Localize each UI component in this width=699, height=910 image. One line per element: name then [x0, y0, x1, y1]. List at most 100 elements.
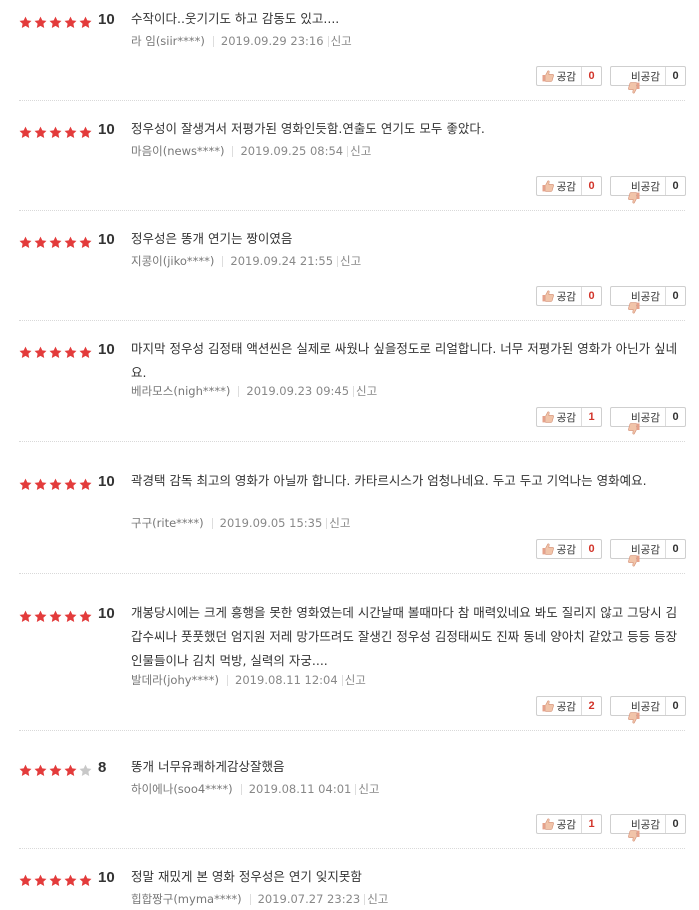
star-rating: 10: [19, 474, 115, 490]
review-divider: [19, 573, 685, 574]
dislike-button[interactable]: 비공감 0: [610, 539, 686, 567]
star-rating: 8: [19, 760, 106, 776]
star-rating: 10: [19, 232, 115, 248]
star-filled-icon: [79, 476, 92, 490]
report-link[interactable]: 신고: [329, 515, 350, 531]
star-filled-icon: [64, 608, 77, 622]
review-text: 개봉당시에는 크게 흥행을 못한 영화였는데 시간날때 볼때마다 참 매력있네요…: [131, 605, 678, 668]
thumbs-down-icon: [616, 818, 640, 842]
dislike-button[interactable]: 비공감 0: [610, 176, 686, 204]
dislike-button[interactable]: 비공감 0: [610, 696, 686, 724]
divider: [222, 255, 224, 267]
like-button[interactable]: 공감 0: [535, 286, 603, 306]
thumbs-down-icon: [616, 290, 640, 314]
thumbs-down-icon: [616, 700, 640, 724]
star-filled-icon: [19, 872, 32, 886]
divider: [240, 783, 242, 795]
star-filled-icon: [64, 872, 77, 886]
like-label: 공감: [556, 543, 577, 556]
review-meta: 구구(rite****) 2019.09.05 15:35 신고: [131, 515, 350, 531]
review-text: 마지막 정우성 김정태 액션씬은 실제로 싸웠나 싶을정도로 리얼합니다. 너무…: [131, 341, 678, 380]
review-author: 발데라(johy****): [131, 673, 220, 687]
star-rating: 10: [19, 342, 115, 358]
like-button[interactable]: 공감 2: [535, 696, 603, 716]
like-button[interactable]: 공감 1: [535, 814, 603, 834]
review-author: 라 임(siir****): [131, 34, 205, 48]
star-filled-icon: [19, 608, 32, 622]
divider: [353, 385, 355, 397]
review-author: 베라모스(nigh****): [131, 384, 231, 398]
rating-score: 10: [98, 231, 115, 248]
like-label: 공감: [556, 818, 577, 831]
report-link[interactable]: 신고: [358, 781, 379, 797]
like-label: 공감: [556, 411, 577, 424]
divider: [341, 674, 343, 686]
like-label: 공감: [556, 70, 577, 83]
review-divider: [19, 848, 685, 849]
like-count: 2: [581, 697, 601, 715]
dislike-count: 0: [665, 815, 685, 833]
divider: [355, 783, 357, 795]
review-meta: 힙합짱구(myma****) 2019.07.27 23:23 신고: [131, 891, 388, 907]
thumbs-up-icon: [542, 70, 557, 82]
divider: [337, 255, 339, 267]
thumbs-down-icon: [616, 70, 640, 94]
divider: [326, 517, 328, 529]
dislike-count: 0: [665, 67, 685, 85]
star-rating: 10: [19, 122, 115, 138]
like-button[interactable]: 공감 0: [535, 176, 603, 196]
star-filled-icon: [79, 124, 92, 138]
review-meta: 베라모스(nigh****) 2019.09.23 09:45 신고: [131, 383, 377, 399]
thumbs-up-icon: [542, 543, 557, 555]
review-divider: [19, 100, 685, 101]
review-meta: 지콩이(jiko****) 2019.09.24 21:55 신고: [131, 253, 361, 269]
review-divider: [19, 210, 685, 211]
like-label: 공감: [556, 180, 577, 193]
like-count: 0: [581, 287, 601, 305]
star-filled-icon: [34, 872, 47, 886]
thumbs-up-icon: [542, 180, 557, 192]
star-filled-icon: [79, 234, 92, 248]
divider: [249, 893, 251, 905]
rating-score: 10: [98, 121, 115, 138]
star-filled-icon: [64, 124, 77, 138]
report-link[interactable]: 신고: [331, 33, 352, 49]
thumbs-up-icon: [542, 818, 557, 830]
star-filled-icon: [49, 608, 62, 622]
report-link[interactable]: 신고: [345, 672, 366, 688]
star-rating: 10: [19, 870, 115, 886]
divider: [347, 145, 349, 157]
rating-score: 10: [98, 869, 115, 886]
divider: [238, 385, 240, 397]
review-author: 마음이(news****): [131, 144, 225, 158]
like-button[interactable]: 공감 1: [535, 407, 603, 427]
thumbs-down-icon: [616, 543, 640, 567]
review-meta: 마음이(news****) 2019.09.25 08:54 신고: [131, 143, 371, 159]
dislike-button[interactable]: 비공감 0: [610, 814, 686, 842]
star-filled-icon: [19, 762, 32, 776]
star-filled-icon: [34, 14, 47, 28]
review-text: 곽경택 감독 최고의 영화가 아닐까 합니다. 카타르시스가 엄청나네요. 두고…: [131, 473, 647, 488]
report-link[interactable]: 신고: [367, 891, 388, 907]
report-link[interactable]: 신고: [356, 383, 377, 399]
reaction-buttons: 공감 0 비공감 0: [528, 539, 686, 567]
report-link[interactable]: 신고: [350, 143, 371, 159]
like-count: 0: [581, 67, 601, 85]
like-button[interactable]: 공감 0: [535, 539, 603, 559]
star-filled-icon: [34, 124, 47, 138]
report-link[interactable]: 신고: [340, 253, 361, 269]
like-button[interactable]: 공감 0: [535, 66, 603, 86]
star-filled-icon: [49, 476, 62, 490]
dislike-button[interactable]: 비공감 0: [610, 286, 686, 314]
dislike-button[interactable]: 비공감 0: [610, 66, 686, 94]
dislike-button[interactable]: 비공감 0: [610, 407, 686, 435]
rating-score: 10: [98, 341, 115, 358]
star-rating: 10: [19, 12, 115, 28]
review-date: 2019.09.29 23:16: [220, 34, 324, 48]
dislike-count: 0: [665, 177, 685, 195]
like-count: 1: [581, 408, 601, 426]
star-filled-icon: [34, 762, 47, 776]
review-author: 힙합짱구(myma****): [131, 892, 242, 906]
thumbs-down-icon: [616, 180, 640, 204]
review-date: 2019.07.27 23:23: [257, 892, 361, 906]
